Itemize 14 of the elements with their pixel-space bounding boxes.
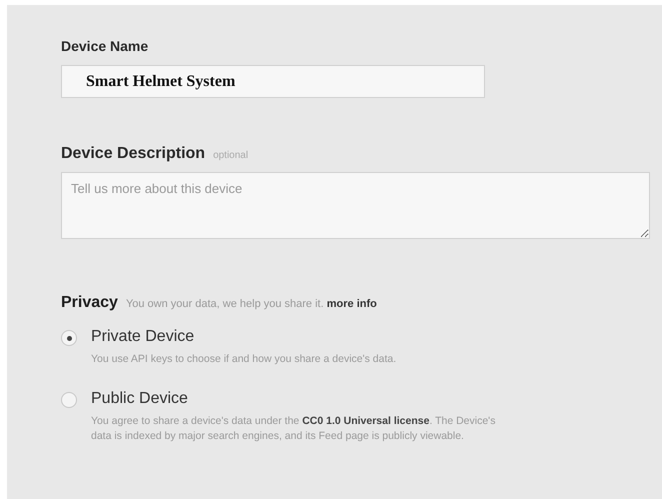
optional-tag: optional (213, 148, 248, 163)
privacy-label: Privacy (61, 293, 118, 313)
name-field[interactable]: Smart Helmet System (61, 65, 485, 98)
option-title: Public Device (91, 389, 189, 409)
privacy-hint: You own your data, we help you share it. more info (126, 297, 377, 312)
description-field[interactable]: Tell us more about this device (61, 172, 650, 239)
option-title: Private Device (91, 327, 196, 347)
field-label: Device Name (61, 39, 150, 53)
radio-button[interactable] (61, 392, 77, 408)
option-description: You agree to share a device's data under the CC0 1.0 Universal license. The Device's data is indexed by major search engines, and its Feed page is publicly viewable. (91, 414, 496, 444)
option-description: You use API keys to choose if and how you share a device's data. (91, 352, 398, 367)
field-label: Device Description (61, 146, 206, 162)
radio-button[interactable] (61, 330, 77, 346)
more-info-link[interactable]: more info (326, 298, 377, 310)
